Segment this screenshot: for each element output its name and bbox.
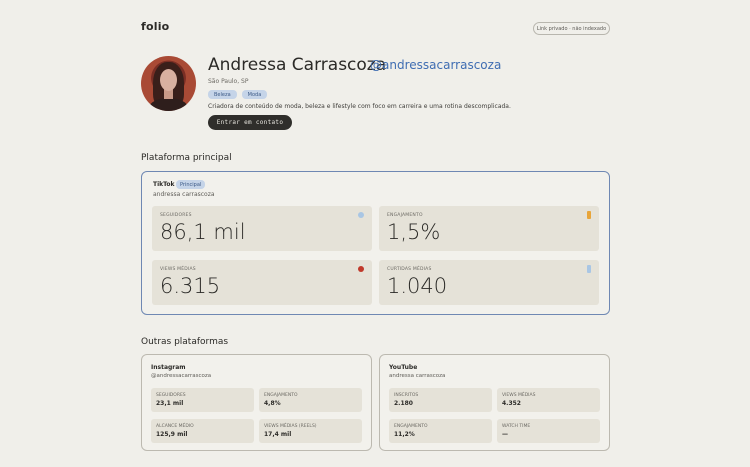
stat-label: SEGUIDORES: [160, 213, 192, 218]
mini-stat: WATCH TIME —: [497, 419, 600, 443]
stat-value: 1,5%: [387, 220, 441, 244]
mini-stat: INSCRITOS 2.180: [389, 388, 492, 412]
mini-stat-label: VIEWS MÉDIAS: [502, 393, 536, 398]
platform-name: Instagram: [151, 364, 186, 371]
other-platforms-title: Outras plataformas: [141, 337, 229, 347]
mini-stat: ENGAJAMENTO 11,2%: [389, 419, 492, 443]
mini-stat-label: VIEWS MÉDIAS (REELS): [264, 424, 317, 429]
profile-bio: Criadora de conteúdo de moda, beleza e l…: [208, 103, 511, 110]
platform-handle: andressa carrascoza: [389, 373, 446, 379]
main-platform-title: Plataforma principal: [141, 153, 232, 163]
mini-stat: SEGUIDORES 23,1 mil: [151, 388, 254, 412]
stat-value: 1.040: [387, 274, 448, 298]
mini-stat: ALCANCE MÉDIO 125,9 mil: [151, 419, 254, 443]
platform-handle: @andressacarrascoza: [151, 373, 212, 379]
circle-marker-icon: [358, 212, 364, 218]
mini-stat-label: INSCRITOS: [394, 393, 419, 398]
platform-name: YouTube: [389, 364, 418, 371]
platform-handle: andressa carrascoza: [153, 191, 215, 198]
mini-stat-value: 4.352: [502, 400, 521, 407]
circle-marker-icon: [358, 266, 364, 272]
mini-stat-label: ENGAJAMENTO: [394, 424, 428, 429]
mini-stat-label: SEGUIDORES: [156, 393, 186, 398]
mini-stat-value: 2.180: [394, 400, 413, 407]
mini-stat-value: 125,9 mil: [156, 431, 188, 438]
tag-moda: Moda: [241, 90, 268, 99]
stat-seguidores: SEGUIDORES 86,1 mil: [152, 206, 372, 251]
mini-stat-value: 17,4 mil: [264, 431, 292, 438]
profile-location: São Paulo, SP: [208, 78, 249, 85]
mini-stat-value: 23,1 mil: [156, 400, 184, 407]
profile-tags: Beleza Moda: [208, 90, 268, 99]
profile-name: Andressa Carrascoza: [208, 55, 387, 75]
stat-curtidas-medias: CURTIDAS MÉDIAS 1.040: [379, 260, 599, 305]
mini-stat-label: ENGAJAMENTO: [264, 393, 298, 398]
stat-label: ENGAJAMENTO: [387, 213, 423, 218]
logo[interactable]: folio: [141, 20, 169, 33]
privacy-badge: Link privado · não indexado: [533, 22, 610, 35]
mini-stat: VIEWS MÉDIAS 4.352: [497, 388, 600, 412]
stat-value: 86,1 mil: [160, 220, 246, 244]
mini-stat-value: —: [502, 431, 508, 438]
stat-label: CURTIDAS MÉDIAS: [387, 267, 432, 272]
mini-stat-value: 11,2%: [394, 431, 415, 438]
stat-value: 6.315: [160, 274, 221, 298]
main-platform-card: TikTok Principal andressa carrascoza SEG…: [141, 171, 610, 315]
platform-name: TikTok: [153, 181, 175, 188]
principal-badge: Principal: [176, 180, 206, 189]
instagram-card: Instagram @andressacarrascoza SEGUIDORES…: [141, 354, 372, 451]
bar-marker-icon: [587, 211, 591, 219]
avatar: [141, 56, 196, 111]
stat-label: VIEWS MÉDIAS: [160, 267, 196, 272]
mini-stat: VIEWS MÉDIAS (REELS) 17,4 mil: [259, 419, 362, 443]
youtube-card: YouTube andressa carrascoza INSCRITOS 2.…: [379, 354, 610, 451]
contact-button[interactable]: Entrar em contato: [208, 115, 292, 130]
mini-stat-value: 4,8%: [264, 400, 281, 407]
stat-views-medias: VIEWS MÉDIAS 6.315: [152, 260, 372, 305]
profile-handle[interactable]: @andressacarrascoza: [370, 58, 501, 72]
mini-stat-label: ALCANCE MÉDIO: [156, 424, 194, 429]
mini-stat-label: WATCH TIME: [502, 424, 531, 429]
tag-beleza: Beleza: [208, 90, 237, 99]
bar-marker-icon: [587, 265, 591, 273]
mini-stat: ENGAJAMENTO 4,8%: [259, 388, 362, 412]
stat-engajamento: ENGAJAMENTO 1,5%: [379, 206, 599, 251]
